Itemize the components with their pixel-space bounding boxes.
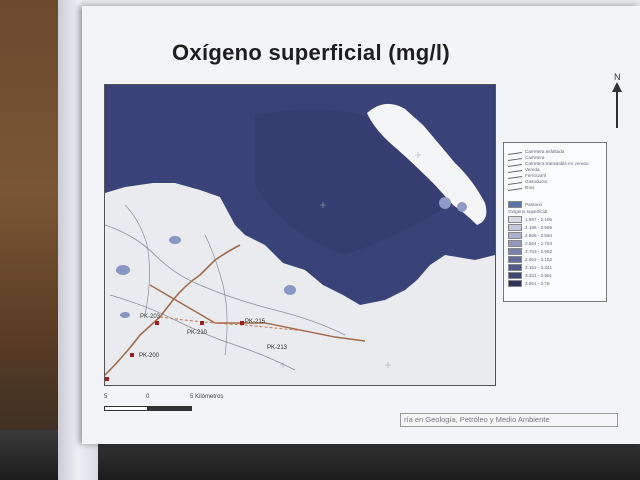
station-marker xyxy=(155,321,159,325)
lagoon xyxy=(120,312,130,318)
lagoon xyxy=(169,236,181,244)
legend-item: Ríos xyxy=(508,184,534,191)
map-frame: PK-203 PK-210 PK-215 PK-213 PK-200 xyxy=(104,84,496,386)
legend-item: Pantano xyxy=(508,201,542,208)
legend-ramp-title: Oxígeno superficial xyxy=(508,209,548,214)
legend-ramp-class: 2.584 - 2.763 xyxy=(508,240,552,247)
station-label: PK-203 xyxy=(140,314,161,320)
legend-ramp-class: 1.997 - 2.186 xyxy=(508,216,552,223)
page-title: Oxígeno superficial (mg/l) xyxy=(172,40,450,65)
legend-ramp-class: 2.763 - 2.952 xyxy=(508,248,552,255)
north-label: N xyxy=(614,72,621,82)
scale-segment xyxy=(148,406,192,411)
legend-item: Gasoducto xyxy=(508,178,547,185)
north-arrow: N xyxy=(606,72,626,132)
station-marker xyxy=(240,321,244,325)
station-label: PK-210 xyxy=(187,330,208,336)
station-label: PK-200 xyxy=(139,353,160,359)
station-label: PK-215 xyxy=(245,319,266,325)
legend-ramp-class: 2.186 - 2.565 xyxy=(508,224,552,231)
footer-text: ría en Geología, Petróleo y Medio Ambien… xyxy=(404,415,550,424)
scale-label: 5 xyxy=(104,394,108,400)
map-legend: Carretera asfaltada Carretera Carretera … xyxy=(503,142,607,302)
island-water-spot xyxy=(457,202,467,212)
legend-ramp-class: 2.565 - 2.584 xyxy=(508,232,552,239)
legend-ramp-class: 3.561 - 3.78 xyxy=(508,280,550,287)
north-arrow-shaft xyxy=(616,84,618,128)
station-marker xyxy=(200,321,204,325)
scale-bar: 5 0 5 Kilómetros xyxy=(104,394,344,418)
lagoon xyxy=(284,285,296,295)
legend-item: Ferrocarril xyxy=(508,172,546,179)
scale-label: 5 Kilómetros xyxy=(190,394,224,400)
map-image: PK-203 PK-210 PK-215 PK-213 PK-200 xyxy=(105,85,495,385)
legend-item: Carretera asfaltada xyxy=(508,148,564,155)
footer-banner: ría en Geología, Petróleo y Medio Ambien… xyxy=(400,413,618,427)
legend-item: Carretera xyxy=(508,154,544,161)
legend-item: Vereda xyxy=(508,166,540,173)
station-label: PK-213 xyxy=(267,345,288,351)
legend-ramp-class: 3.341 - 3.561 xyxy=(508,272,552,279)
lagoon xyxy=(116,265,130,275)
scale-segment xyxy=(104,406,148,411)
station-marker xyxy=(130,353,134,357)
island-water-spot xyxy=(439,197,451,209)
scale-label: 0 xyxy=(146,394,150,400)
legend-ramp-class: 3.152 - 3.341 xyxy=(508,264,552,271)
station-marker xyxy=(105,377,109,381)
legend-ramp-class: 2.952 - 3.152 xyxy=(508,256,552,263)
